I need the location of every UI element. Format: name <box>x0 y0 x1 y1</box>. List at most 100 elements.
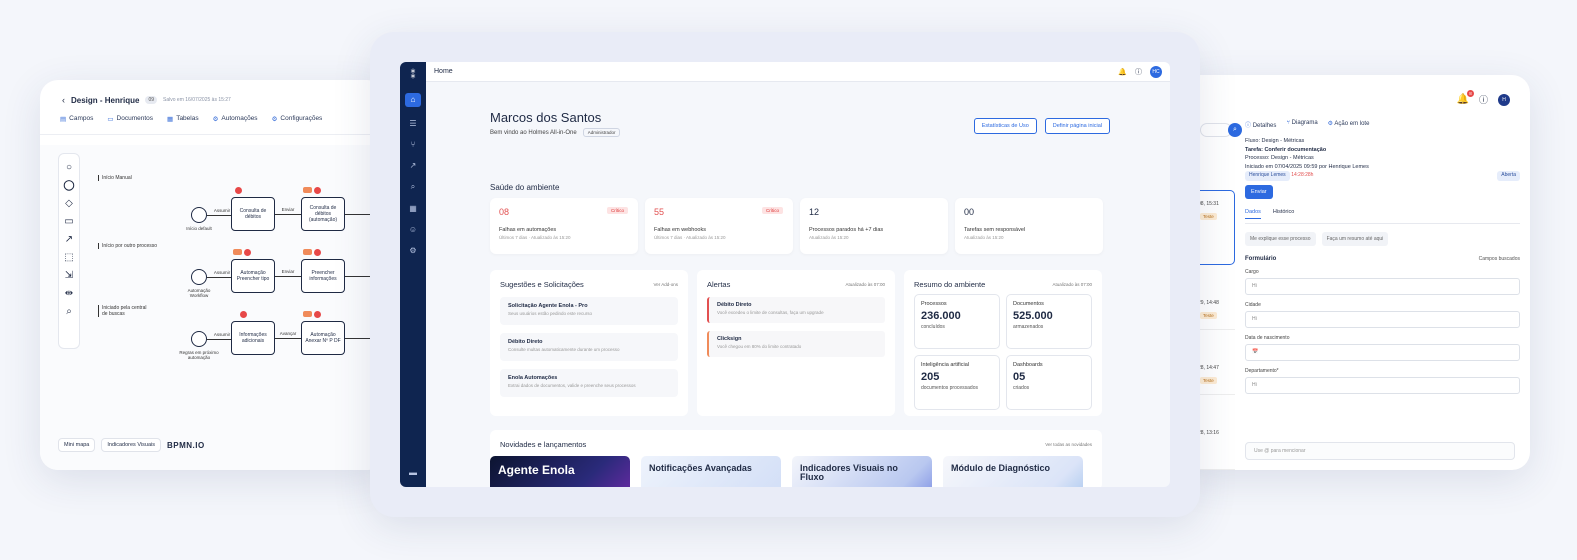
bpmn-palette: ○ ◯ ◇ ▭ ↗ ⬚ ⇲ ⇹ ⌕ <box>58 153 80 349</box>
lasso-tool-icon[interactable]: ⬚ <box>64 252 73 263</box>
end-event-icon[interactable]: ◯ <box>63 180 74 191</box>
all-news-link[interactable]: Ver todas as novidades <box>1045 442 1092 447</box>
tab-documentos[interactable]: ▭ Documentos <box>107 115 153 134</box>
sequence-flow <box>207 339 231 340</box>
start-event-icon[interactable]: ○ <box>66 162 72 173</box>
addons-link[interactable]: Ver Add-ons <box>653 282 678 287</box>
task-node[interactable]: Consulta de débitos (automação) <box>301 197 345 231</box>
error-indicator-icon <box>244 249 251 256</box>
minimap-button[interactable]: Mini mapa <box>58 438 96 452</box>
list-icon[interactable]: ☰ <box>409 119 416 128</box>
tab-diagrama[interactable]: ⑂ Diagrama <box>1286 120 1317 129</box>
status-badge: Crítico <box>761 207 783 214</box>
diagram-canvas[interactable]: ○ ◯ ◇ ▭ ↗ ⬚ ⇲ ⇹ ⌕ Início Manual Início p… <box>40 145 385 470</box>
notification-bell-icon[interactable]: 🔔 8 <box>1457 90 1474 105</box>
home-icon[interactable]: ⌂ <box>405 93 421 107</box>
suggestion-chip[interactable]: Me explique esse processo <box>1245 232 1316 247</box>
task-name: Tarefa: Conferir documentação <box>1245 146 1327 153</box>
assignee-chip[interactable]: Henrique Lemes <box>1245 171 1290 181</box>
split-tool-icon[interactable]: ⇹ <box>65 288 73 299</box>
cidade-input[interactable]: Hi <box>1245 311 1520 329</box>
saved-status: Salvo em 16/07/2025 às 15:27 <box>163 97 231 103</box>
gateway-icon[interactable]: ◇ <box>65 198 73 209</box>
tab-campos[interactable]: ▤ Campos <box>60 115 93 134</box>
task-node[interactable]: Informações adicionais <box>231 321 275 355</box>
send-button[interactable]: Enviar <box>1245 184 1273 200</box>
task-icon[interactable]: ▭ <box>64 216 73 227</box>
kpi-card[interactable]: 00 Tarefas sem responsável Atualizado às … <box>955 198 1103 254</box>
birthdate-input[interactable]: 📅 <box>1245 344 1520 362</box>
department-input[interactable]: Hi <box>1245 377 1520 395</box>
comment-input[interactable]: Use @ para mencionar <box>1245 442 1515 460</box>
flow-label: Assumir <box>213 270 231 275</box>
back-arrow-icon[interactable]: ‹ <box>62 95 65 105</box>
avatar[interactable]: HC <box>1150 65 1162 78</box>
error-indicator-icon <box>314 249 321 256</box>
flow-icon[interactable]: ⑂ <box>411 140 416 149</box>
start-event[interactable] <box>191 207 207 223</box>
help-icon[interactable]: ⓘ <box>1479 93 1488 106</box>
task-node[interactable]: Automação Preencher tipo <box>231 259 275 293</box>
kpi-card[interactable]: 55 Crítico Falhas em webhooks Últimos 7 di… <box>645 198 793 254</box>
task-node[interactable]: Preencher informações <box>301 259 345 293</box>
role-select[interactable]: Administrador <box>582 128 621 137</box>
users-icon[interactable]: ☺ <box>409 225 417 234</box>
settings-icon[interactable]: ⚙ <box>409 246 416 255</box>
summary-card: Documentos 525.000 armazenados <box>1006 294 1092 349</box>
space-tool-icon[interactable]: ⇲ <box>65 270 73 281</box>
tab-historico[interactable]: Histórico <box>1273 209 1294 219</box>
chart-icon[interactable]: ↗ <box>410 161 417 170</box>
summary-card: Dashboards 05 criados <box>1006 355 1092 410</box>
task-node[interactable]: Consulta de débitos <box>231 197 275 231</box>
news-card[interactable]: Notificações Avançadas <box>641 456 781 487</box>
diagram-icon: ⑂ <box>1286 120 1290 126</box>
sequence-flow <box>275 338 301 339</box>
tab-detalhes[interactable]: ⓘ Detalhes <box>1245 120 1276 129</box>
list-item[interactable]: Débito Direto Consulte multas automaticam… <box>500 333 678 361</box>
start-event[interactable] <box>191 331 207 347</box>
news-card[interactable]: Indicadores Visuais no Fluxo <box>792 456 932 487</box>
kpi-card[interactable]: 12 Processos parados há +7 dias Atualizad… <box>800 198 948 254</box>
suggestion-chip[interactable]: Faça um resumo até aqui <box>1321 232 1389 247</box>
news-card[interactable]: Agente Enola <box>490 456 630 487</box>
error-indicator-icon <box>314 187 321 194</box>
chat-icon[interactable]: ▬ <box>409 468 417 477</box>
grid-icon[interactable]: ▦ <box>409 204 417 213</box>
visual-indicators-button[interactable]: Indicadores Visuais <box>101 438 161 452</box>
alert-item[interactable]: Clicksign Você chegou em 80% do limite co… <box>707 331 885 357</box>
sequence-flow <box>275 214 301 215</box>
tab-acao-em-lote[interactable]: ⚙ Ação em lote <box>1328 120 1370 129</box>
tab-configuracoes[interactable]: ⚙ Configurações <box>272 115 323 134</box>
bell-icon[interactable]: 🔔 <box>1118 68 1127 76</box>
search-icon[interactable]: ⌕ <box>411 182 415 192</box>
table-icon: ▦ <box>167 116 174 123</box>
avatar[interactable]: H <box>1498 93 1510 106</box>
task-node[interactable]: Automação Anexar Nº P DF <box>301 321 345 355</box>
version-badge: 09 <box>145 96 158 104</box>
list-item[interactable]: Solicitação Agente Enola - Pro Seus usuár… <box>500 297 678 325</box>
tab-automacoes[interactable]: ⚙ Automações <box>213 115 258 134</box>
welcome-line: Bem vindo ao Holmes All-in-One Administr… <box>490 128 621 137</box>
zoom-search-icon[interactable]: ⌕ <box>66 306 72 317</box>
panel-title: Novidades e lançamentos <box>500 440 587 449</box>
alert-item[interactable]: Débito Direto Você excedeu o limite de co… <box>707 297 885 323</box>
usage-stats-button[interactable]: Estatísticas de Uso <box>973 118 1037 134</box>
ai-suggestions: Me explique esse processo Faça um resumo… <box>1245 232 1520 247</box>
tab-tabelas[interactable]: ▦ Tabelas <box>167 115 199 134</box>
connect-tool-icon[interactable]: ↗ <box>65 234 73 245</box>
panel-title: Resumo do ambiente <box>914 280 986 289</box>
sidebar: ⁑ ⌂ ☰ ⑂ ↗ ⌕ ▦ ☺ ⚙ ▬ <box>400 62 426 487</box>
set-home-button[interactable]: Definir página inicial <box>1044 118 1110 134</box>
due-time: 14:28:28h <box>1291 172 1314 179</box>
start-event[interactable] <box>191 269 207 285</box>
search-icon[interactable]: ⌕ <box>1228 123 1242 137</box>
news-card[interactable]: Módulo de Diagnóstico <box>943 456 1083 487</box>
help-icon[interactable]: ⓘ <box>1135 67 1142 77</box>
list-item[interactable]: Enola Automações Extrai dados de document… <box>500 369 678 397</box>
warning-indicator-icon <box>303 311 312 317</box>
kpi-card[interactable]: 08 Crítico Falhas em automações Últimos 7 … <box>490 198 638 254</box>
cargo-input[interactable]: Hi <box>1245 278 1520 296</box>
status-badge: Aberta <box>1497 171 1520 181</box>
tab-dados[interactable]: Dados <box>1245 209 1261 220</box>
fetched-fields-link[interactable]: Campos buscados <box>1479 256 1520 262</box>
